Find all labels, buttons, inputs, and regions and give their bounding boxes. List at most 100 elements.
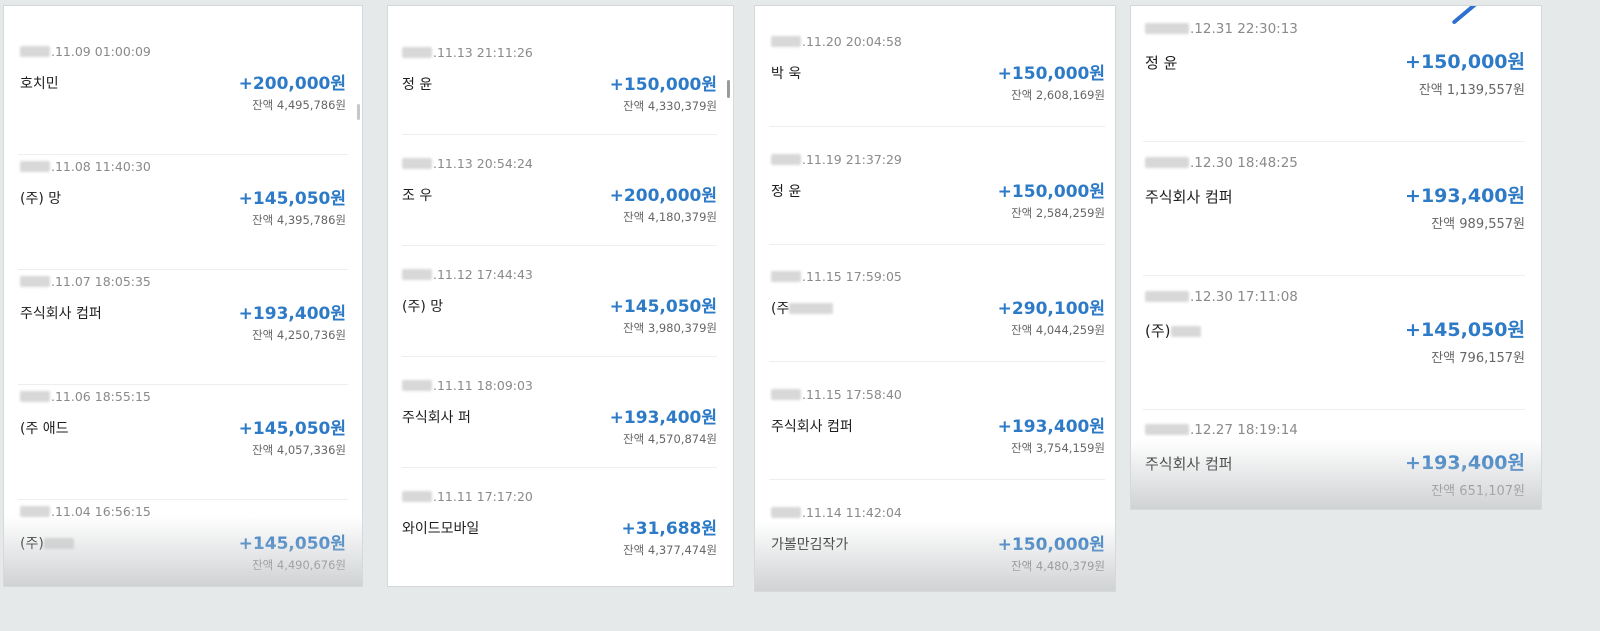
counterparty-name: 조 우 bbox=[402, 188, 433, 204]
counterparty-name: (주 bbox=[771, 298, 834, 318]
deposit-amount: +145,050원 bbox=[238, 419, 346, 439]
deposit-amount: +193,400원 bbox=[997, 417, 1105, 437]
counterparty-name: 정 윤 bbox=[1145, 54, 1178, 72]
transaction-row[interactable]: .11.06 18:55:15 (주 애드 +145,050원 잔액 4,057… bbox=[18, 389, 348, 500]
redacted-mark bbox=[43, 538, 74, 549]
transaction-datetime: .11.13 20:54:24 bbox=[402, 156, 533, 171]
transaction-datetime: .11.12 17:44:43 bbox=[402, 267, 533, 282]
transaction-row[interactable]: .11.14 11:42:04 가볼만김작가 +150,000원 잔액 4,48… bbox=[769, 505, 1105, 591]
transaction-row[interactable]: .11.13 20:54:24 조 우 +200,000원 잔액 4,180,3… bbox=[402, 156, 717, 246]
deposit-amount: +150,000원 bbox=[997, 535, 1105, 555]
redacted-mark bbox=[1145, 157, 1189, 168]
balance-text: 잔액 4,180,379원 bbox=[623, 210, 717, 224]
transaction-row[interactable]: .11.11 17:17:20 와이드모바일 +31,688원 잔액 4,377… bbox=[402, 489, 717, 578]
redacted-mark bbox=[20, 46, 50, 57]
transaction-row[interactable]: .12.30 17:11:08 (주) +145,050원 잔액 796,157… bbox=[1143, 289, 1525, 410]
deposit-amount: +145,050원 bbox=[238, 189, 346, 209]
deposit-amount: +200,000원 bbox=[238, 74, 346, 94]
deposit-amount: +145,050원 bbox=[609, 297, 717, 317]
transaction-row[interactable]: .11.19 21:37:29 정 윤 +150,000원 잔액 2,584,2… bbox=[769, 152, 1105, 245]
deposit-amount: +31,688원 bbox=[621, 519, 718, 539]
redacted-mark bbox=[771, 271, 801, 282]
counterparty-name: 주식회사 컴퍼 bbox=[20, 306, 102, 322]
redacted-mark bbox=[402, 380, 432, 391]
transaction-datetime: .11.09 01:00:09 bbox=[20, 44, 151, 59]
counterparty-name: 정 윤 bbox=[402, 77, 433, 93]
transaction-datetime: .12.31 22:30:13 bbox=[1145, 21, 1298, 37]
transaction-row[interactable]: .11.08 11:40:30 (주) 망 +145,050원 잔액 4,395… bbox=[18, 159, 348, 270]
counterparty-name: 주식회사 컴퍼 bbox=[1145, 455, 1233, 473]
redacted-mark bbox=[771, 389, 801, 400]
counterparty-name: (주) 망 bbox=[402, 299, 444, 315]
redacted-mark bbox=[402, 491, 432, 502]
deposit-amount: +150,000원 bbox=[997, 182, 1105, 202]
transaction-row[interactable]: .12.31 22:30:13 정 윤 +150,000원 잔액 1,139,5… bbox=[1143, 21, 1525, 142]
redacted-mark bbox=[402, 158, 432, 169]
transaction-row[interactable]: .11.04 16:56:15 (주) +145,050원 잔액 4,490,6… bbox=[18, 504, 348, 586]
transaction-panel-3: .11.20 20:04:58 박 욱 +150,000원 잔액 2,608,1… bbox=[754, 5, 1116, 592]
balance-text: 잔액 4,250,736원 bbox=[252, 328, 346, 342]
balance-text: 잔액 3,754,159원 bbox=[1011, 441, 1105, 455]
deposit-amount: +150,000원 bbox=[997, 64, 1105, 84]
transaction-row[interactable]: .11.09 01:00:09 호치민 +200,000원 잔액 4,495,7… bbox=[18, 44, 348, 155]
scrollbar-thumb[interactable] bbox=[727, 80, 730, 98]
balance-text: 잔액 4,480,379원 bbox=[1011, 559, 1105, 573]
counterparty-name: (주 애드 bbox=[20, 421, 69, 437]
deposit-amount: +150,000원 bbox=[609, 75, 717, 95]
redacted-mark bbox=[771, 154, 801, 165]
deposit-amount: +193,400원 bbox=[1405, 185, 1525, 207]
deposit-amount: +200,000원 bbox=[609, 186, 717, 206]
transaction-row[interactable]: .12.30 18:48:25 주식회사 컴퍼 +193,400원 잔액 989… bbox=[1143, 155, 1525, 276]
counterparty-name: 와이드모바일 bbox=[402, 521, 480, 537]
transaction-datetime: .11.20 20:04:58 bbox=[771, 34, 902, 49]
balance-text: 잔액 4,395,786원 bbox=[252, 213, 346, 227]
redacted-mark bbox=[402, 47, 432, 58]
balance-text: 잔액 2,608,169원 bbox=[1011, 88, 1105, 102]
transaction-datetime: .12.27 18:19:14 bbox=[1145, 422, 1298, 438]
transaction-panel-4: .12.31 22:30:13 정 윤 +150,000원 잔액 1,139,5… bbox=[1130, 5, 1542, 510]
redacted-mark bbox=[1145, 23, 1189, 34]
transaction-row[interactable]: .11.13 21:11:26 정 윤 +150,000원 잔액 4,330,3… bbox=[402, 45, 717, 135]
transaction-datetime: .11.15 17:59:05 bbox=[771, 269, 902, 284]
redacted-mark bbox=[771, 507, 801, 518]
counterparty-name: (주) bbox=[20, 533, 75, 553]
transaction-datetime: .11.14 11:42:04 bbox=[771, 505, 902, 520]
transaction-row[interactable]: .11.15 17:58:40 주식회사 컴퍼 +193,400원 잔액 3,7… bbox=[769, 387, 1105, 480]
balance-text: 잔액 4,330,379원 bbox=[623, 99, 717, 113]
balance-text: 잔액 796,157원 bbox=[1431, 351, 1525, 366]
transaction-row[interactable]: .11.11 18:09:03 주식회사 퍼 +193,400원 잔액 4,57… bbox=[402, 378, 717, 468]
balance-text: 잔액 1,139,557원 bbox=[1418, 83, 1525, 98]
balance-text: 잔액 3,980,379원 bbox=[623, 321, 717, 335]
deposit-amount: +193,400원 bbox=[238, 304, 346, 324]
transaction-datetime: .12.30 17:11:08 bbox=[1145, 289, 1298, 305]
transaction-datetime: .11.19 21:37:29 bbox=[771, 152, 902, 167]
counterparty-name: 주식회사 컴퍼 bbox=[1145, 188, 1233, 206]
balance-text: 잔액 989,557원 bbox=[1431, 217, 1525, 232]
deposit-amount: +193,400원 bbox=[1405, 452, 1525, 474]
counterparty-name: 정 윤 bbox=[771, 184, 802, 200]
deposit-amount: +290,100원 bbox=[997, 299, 1105, 319]
balance-text: 잔액 4,044,259원 bbox=[1011, 323, 1105, 337]
transaction-row[interactable]: .11.20 20:04:58 박 욱 +150,000원 잔액 2,608,1… bbox=[769, 34, 1105, 127]
redacted-mark bbox=[789, 303, 834, 314]
balance-text: 잔액 4,490,676원 bbox=[252, 558, 346, 572]
transaction-row[interactable]: .12.27 18:19:14 주식회사 컴퍼 +193,400원 잔액 651… bbox=[1143, 422, 1525, 508]
balance-text: 잔액 651,107원 bbox=[1431, 484, 1525, 499]
balance-text: 잔액 2,584,259원 bbox=[1011, 206, 1105, 220]
counterparty-name: 가볼만김작가 bbox=[771, 537, 849, 553]
transaction-panel-2: .11.13 21:11:26 정 윤 +150,000원 잔액 4,330,3… bbox=[387, 5, 734, 587]
deposit-amount: +145,050원 bbox=[238, 534, 346, 554]
counterparty-name: 호치민 bbox=[20, 76, 59, 92]
balance-text: 잔액 4,495,786원 bbox=[252, 98, 346, 112]
redacted-mark bbox=[20, 161, 50, 172]
transaction-datetime: .11.08 11:40:30 bbox=[20, 159, 151, 174]
scrollbar-thumb[interactable] bbox=[357, 104, 360, 120]
counterparty-name: (주) 망 bbox=[20, 191, 62, 207]
transaction-row[interactable]: .11.15 17:59:05 (주 +290,100원 잔액 4,044,25… bbox=[769, 269, 1105, 362]
deposit-amount: +193,400원 bbox=[609, 408, 717, 428]
transaction-datetime: .11.07 18:05:35 bbox=[20, 274, 151, 289]
balance-text: 잔액 4,377,474원 bbox=[623, 543, 717, 557]
redacted-mark bbox=[20, 391, 50, 402]
transaction-row[interactable]: .11.07 18:05:35 주식회사 컴퍼 +193,400원 잔액 4,2… bbox=[18, 274, 348, 385]
transaction-row[interactable]: .11.12 17:44:43 (주) 망 +145,050원 잔액 3,980… bbox=[402, 267, 717, 357]
